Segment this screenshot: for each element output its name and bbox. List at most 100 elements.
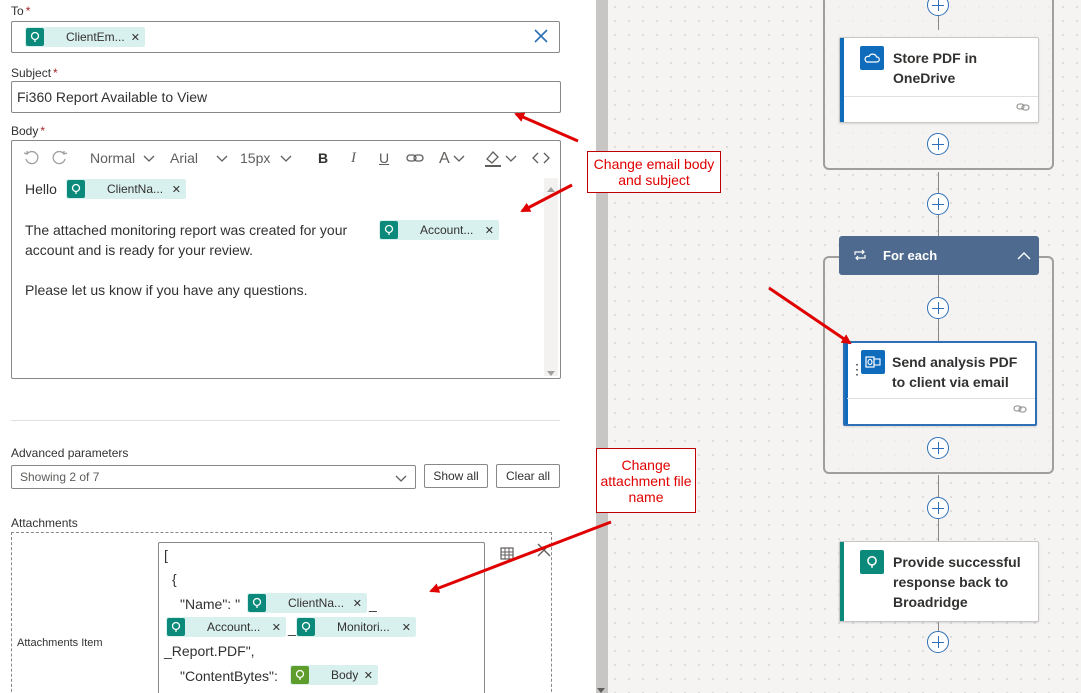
clear-all-button[interactable]: Clear all [496,464,560,488]
add-step-icon[interactable] [927,497,949,519]
card-title: Store PDF in OneDrive [893,50,978,86]
panel-splitter[interactable] [596,0,608,693]
body-hello-text: Hello [25,181,57,197]
token-label: ClientNa... [288,596,345,610]
code-open-brace: { [172,571,177,587]
subject-input[interactable]: Fi360 Report Available to View [11,81,561,113]
add-step-icon[interactable] [927,193,949,215]
annotation-email: Change email body and subject [587,151,721,193]
request-icon [26,28,44,46]
outlook-icon [861,350,885,374]
send-email-card[interactable]: ⋮ Send analysis PDF to client via email [843,341,1037,426]
token-label: ClientEm... [66,30,125,44]
redo-icon[interactable] [52,150,68,169]
to-field[interactable]: ClientEm... ✕ [11,21,560,53]
underline-button[interactable]: U [379,150,389,166]
link-icon[interactable] [406,151,424,168]
account-token[interactable]: Account... ✕ [379,220,499,240]
loop-icon [853,249,867,264]
code-view-icon[interactable] [532,151,550,168]
body-line-2a: The attached monitoring report was creat… [25,222,348,238]
subject-label: Subject * [11,66,58,80]
chevron-down-icon [395,472,407,486]
request-icon [380,221,398,239]
onedrive-icon [860,46,884,70]
attachments-item-label: Attachments Item [17,637,103,649]
request-icon [167,618,185,636]
token-label: Body [331,668,359,682]
store-pdf-card[interactable]: Store PDF in OneDrive [839,37,1039,123]
for-each-header[interactable]: For each [839,236,1039,275]
body-label: Body * [11,124,46,138]
card-accent [840,542,844,621]
code-content-key: "ContentBytes": [180,668,278,684]
account-token[interactable]: Account... ✕ [166,617,286,637]
code-report-suffix: _Report.PDF", [164,643,255,659]
for-each-title: For each [883,248,938,263]
text-color-button[interactable]: A [439,150,465,168]
card-title: Send analysis PDF to client via email [892,354,1018,390]
remove-token-icon[interactable]: ✕ [402,621,411,634]
request-icon [291,666,309,684]
italic-button[interactable]: I [351,150,356,167]
remove-token-icon[interactable]: ✕ [485,224,494,237]
remove-token-icon[interactable]: ✕ [172,183,181,196]
annotation-attachment: Change attachment file name [596,448,696,513]
subject-value: Fi360 Report Available to View [17,89,208,105]
code-underscore: _ [369,596,377,612]
action-parameters-panel: To * ClientEm... ✕ Subject * Fi360 Report … [0,0,596,693]
client-email-token[interactable]: ClientEm... ✕ [25,27,145,47]
add-step-icon[interactable] [927,631,949,653]
section-divider [11,420,560,421]
request-icon [248,594,266,612]
add-step-icon[interactable] [927,133,949,155]
body-editor[interactable] [11,140,561,379]
code-open-bracket: [ [164,547,168,563]
attachments-label: Attachments [11,516,78,530]
scroll-down-icon[interactable] [547,366,555,380]
request-icon [297,618,315,636]
add-step-icon[interactable] [927,437,949,459]
body-scrollbar[interactable] [544,178,558,376]
body-line-3: Please let us know if you have any quest… [25,282,308,298]
token-label: Monitori... [337,620,390,634]
token-label: ClientNa... [107,182,164,196]
card-footer [847,398,1035,424]
monitoring-token[interactable]: Monitori... ✕ [296,617,416,637]
provide-response-card[interactable]: Provide successful response back to Broa… [839,541,1039,622]
token-label: Account... [420,223,474,237]
show-all-button[interactable]: Show all [424,464,488,488]
request-icon [860,550,884,574]
highlight-icon[interactable] [484,149,518,170]
collapse-icon[interactable] [1017,249,1031,263]
add-step-icon[interactable] [927,297,949,319]
client-name-token[interactable]: ClientNa... ✕ [247,593,367,613]
clear-field-icon[interactable] [533,28,549,47]
table-view-icon[interactable] [499,545,515,564]
bold-button[interactable]: B [318,150,328,166]
token-label: Account... [207,620,261,634]
body-line-2b: account and is ready for your review. [25,242,254,258]
link-icon [1016,101,1030,115]
link-icon [1013,403,1027,417]
undo-icon[interactable] [23,150,39,169]
client-name-token[interactable]: ClientNa... ✕ [66,179,186,199]
delete-item-icon[interactable] [537,543,551,560]
card-title: Provide successful response back to Broa… [893,554,1021,610]
format-dropdown[interactable]: Normal [90,150,155,166]
advanced-parameters-select[interactable]: Showing 2 of 7 [11,465,416,489]
card-footer [844,96,1038,122]
body-token[interactable]: Body ✕ [290,665,378,685]
scroll-up-icon[interactable] [547,181,555,195]
to-label: To * [11,4,31,18]
font-dropdown[interactable]: Arial [170,150,228,166]
remove-token-icon[interactable]: ✕ [272,621,281,634]
code-name-key: "Name": " [180,596,241,612]
code-underscore: _ [288,620,296,636]
remove-token-icon[interactable]: ✕ [364,669,373,682]
request-icon [67,180,85,198]
remove-token-icon[interactable]: ✕ [353,597,362,610]
remove-token-icon[interactable]: ✕ [131,31,140,44]
font-size-dropdown[interactable]: 15px [240,150,292,166]
advanced-parameters-label: Advanced parameters [11,446,129,460]
